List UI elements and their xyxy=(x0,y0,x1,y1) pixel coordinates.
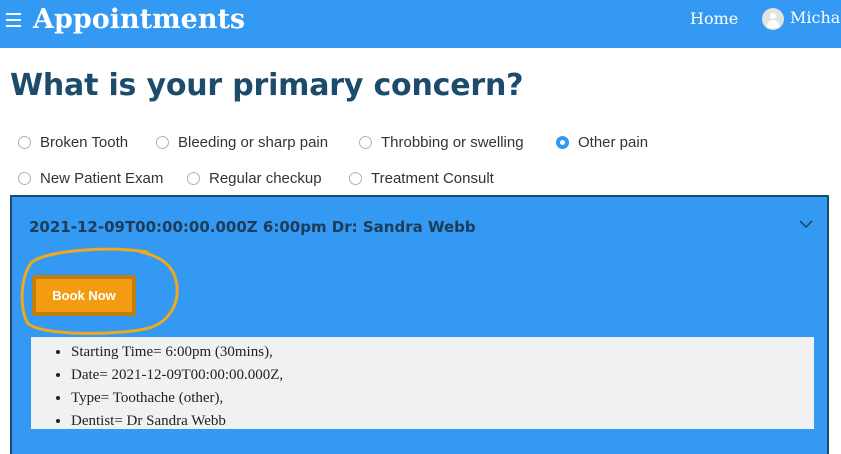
appointment-details: Starting Time= 6:00pm (30mins), Date= 20… xyxy=(31,337,814,429)
appointment-accordion: 2021-12-09T00:00:00.000Z 6:00pm Dr: Sand… xyxy=(10,195,829,454)
radio-icon[interactable] xyxy=(187,171,200,185)
option-label: Bleeding or sharp pain xyxy=(178,133,329,151)
radio-icon[interactable] xyxy=(156,135,169,149)
option-broken-tooth[interactable]: Broken Tooth xyxy=(18,132,128,152)
detail-start-time: Starting Time= 6:00pm (30mins), xyxy=(71,341,814,364)
appointment-header[interactable]: 2021-12-09T00:00:00.000Z 6:00pm Dr: Sand… xyxy=(29,217,476,237)
book-now-button[interactable]: Book Now xyxy=(32,275,136,316)
option-regular-checkup[interactable]: Regular checkup xyxy=(187,168,322,188)
user-name[interactable]: Michael xyxy=(790,8,841,28)
radio-icon[interactable] xyxy=(349,171,362,185)
option-label: Treatment Consult xyxy=(371,169,494,187)
hamburger-menu-icon[interactable] xyxy=(4,8,24,32)
radio-icon[interactable] xyxy=(18,171,31,185)
option-label: New Patient Exam xyxy=(40,169,164,187)
option-label: Broken Tooth xyxy=(40,133,129,151)
option-bleeding-or-sharp-pain[interactable]: Bleeding or sharp pain xyxy=(156,132,328,152)
option-label: Other pain xyxy=(578,133,649,151)
detail-date: Date= 2021-12-09T00:00:00.000Z, xyxy=(71,364,814,387)
nav-home-link[interactable]: Home xyxy=(690,9,738,29)
app-title: Appointments xyxy=(33,4,246,35)
radio-icon[interactable] xyxy=(359,135,372,149)
chevron-down-icon[interactable] xyxy=(798,217,814,231)
option-label: Throbbing or swelling xyxy=(381,133,524,151)
top-app-bar: Appointments Home Michael xyxy=(0,0,841,48)
detail-type: Type= Toothache (other), xyxy=(71,387,814,410)
option-treatment-consult[interactable]: Treatment Consult xyxy=(349,168,494,188)
option-throbbing-or-swelling[interactable]: Throbbing or swelling xyxy=(359,132,524,152)
page-title: What is your primary concern? xyxy=(10,68,524,103)
radio-selected-icon[interactable] xyxy=(556,135,569,149)
option-label: Regular checkup xyxy=(209,169,322,187)
option-other-pain[interactable]: Other pain xyxy=(556,132,648,152)
radio-icon[interactable] xyxy=(18,135,31,149)
detail-dentist: Dentist= Dr Sandra Webb xyxy=(71,410,814,433)
option-new-patient-exam[interactable]: New Patient Exam xyxy=(18,168,163,188)
user-avatar-icon[interactable] xyxy=(762,8,784,30)
details-list: Starting Time= 6:00pm (30mins), Date= 20… xyxy=(31,337,814,433)
